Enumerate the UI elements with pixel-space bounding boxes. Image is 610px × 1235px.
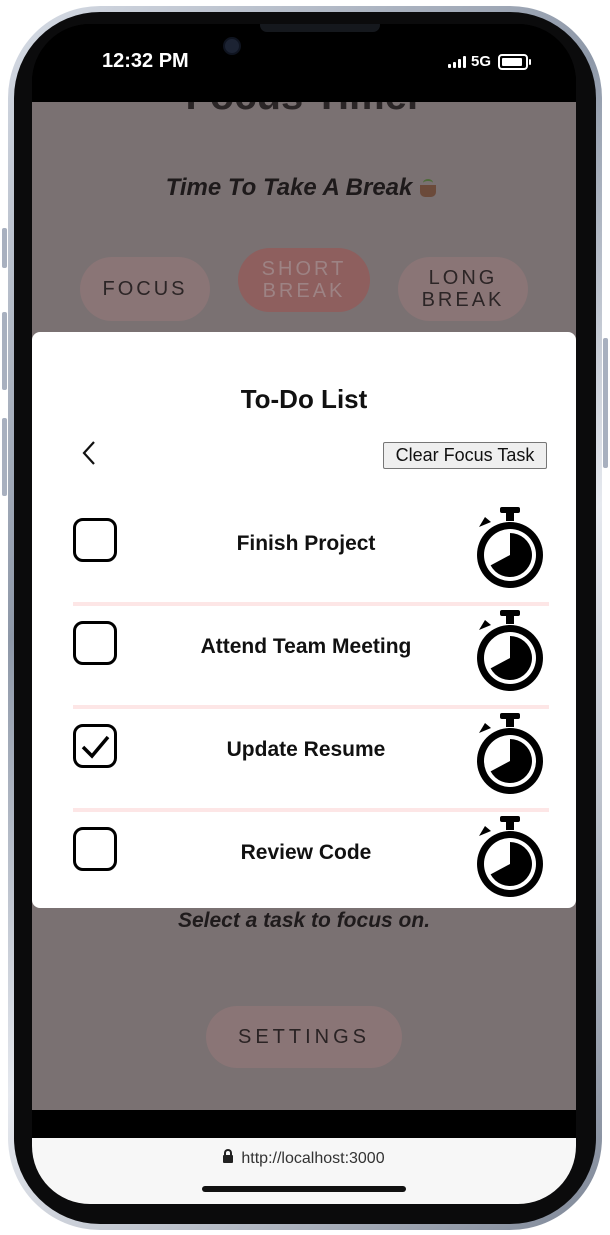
task-row: Review Code (73, 810, 549, 908)
task-checkbox[interactable] (73, 724, 117, 768)
back-button[interactable] (76, 438, 102, 468)
mode-focus-button[interactable]: FOCUS (80, 257, 210, 321)
clear-focus-task-button[interactable]: Clear Focus Task (383, 442, 547, 469)
task-row: Update Resume (73, 707, 549, 812)
mode-short-break-button[interactable]: SHORT BREAK (238, 248, 370, 312)
volume-up-button (2, 312, 7, 390)
stopwatch-icon[interactable] (474, 816, 546, 898)
mode-long-break-label: LONG BREAK (421, 267, 505, 311)
task-row: Finish Project (73, 501, 549, 606)
lock-icon (223, 1149, 234, 1163)
status-bar: 12:32 PM 5G (32, 24, 576, 102)
battery-icon (498, 53, 531, 70)
mode-short-break-label: SHORT BREAK (261, 258, 347, 302)
phone-screen: 12:32 PM 5G Focus Timer Time To Take A B… (32, 24, 576, 1204)
browser-url-bar[interactable]: http://localhost:3000 (32, 1138, 576, 1204)
modal-title: To-Do List (240, 384, 368, 414)
task-label: Finish Project (236, 532, 376, 555)
stopwatch-icon[interactable] (474, 507, 546, 589)
home-indicator[interactable] (202, 1186, 406, 1192)
speaker (260, 24, 380, 32)
task-checkbox[interactable] (73, 621, 117, 665)
status-time: 12:32 PM (102, 50, 189, 72)
front-camera (223, 37, 241, 55)
chevron-left-icon (82, 441, 95, 465)
select-task-hint: Select a task to focus on. (177, 909, 431, 932)
url-display: http://localhost:3000 (32, 1149, 576, 1168)
subtitle-text: Time To Take A Break (165, 174, 413, 201)
settings-button[interactable]: SETTINGS (206, 1006, 402, 1068)
task-label: Attend Team Meeting (200, 635, 412, 658)
status-indicators: 5G (447, 53, 531, 70)
checkmark-icon (81, 735, 110, 759)
stopwatch-icon[interactable] (474, 713, 546, 795)
power-button (603, 338, 608, 468)
coffee-icon (420, 179, 442, 197)
signal-icon (447, 55, 466, 68)
app-background: Focus Timer Time To Take A Break FOCUS S… (32, 102, 576, 1110)
task-checkbox[interactable] (73, 518, 117, 562)
task-label: Update Resume (226, 738, 386, 761)
todo-modal: To-Do List Clear Focus Task Finish Proje… (32, 332, 576, 908)
url-text: http://localhost:3000 (241, 1150, 385, 1167)
stopwatch-icon[interactable] (474, 610, 546, 692)
page-subtitle: Time To Take A Break (32, 174, 576, 202)
silent-switch (2, 228, 7, 268)
volume-down-button (2, 418, 7, 496)
mode-long-break-button[interactable]: LONG BREAK (398, 257, 528, 321)
task-label: Review Code (240, 841, 372, 864)
task-row: Attend Team Meeting (73, 604, 549, 709)
task-checkbox[interactable] (73, 827, 117, 871)
app-title: Focus Timer (32, 102, 576, 119)
network-label: 5G (470, 53, 491, 70)
